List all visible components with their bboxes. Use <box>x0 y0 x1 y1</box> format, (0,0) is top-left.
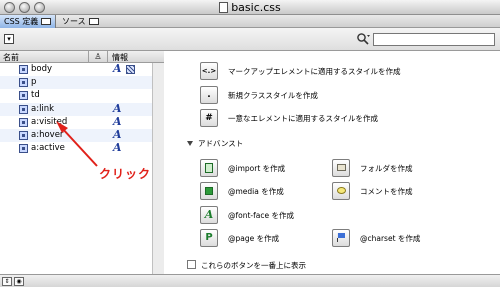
create-class-style-button[interactable]: . <box>200 86 218 104</box>
rule-row-td[interactable]: td <box>0 89 152 102</box>
search-input[interactable] <box>373 33 495 46</box>
actions-panel: <.> マークアップエレメントに適用するスタイルを作成 . 新規クラススタイルを… <box>165 51 500 274</box>
font-style-icon: A <box>113 101 122 115</box>
create-page-label: @page を作成 <box>228 234 280 243</box>
eye-icon[interactable]: ◉ <box>14 277 24 286</box>
rule-row-body[interactable]: body A <box>0 62 152 76</box>
window-titlebar: basic.css <box>0 0 500 15</box>
flag-icon <box>337 233 345 242</box>
font-style-icon: A <box>113 141 122 155</box>
create-id-style-button[interactable]: # <box>200 109 218 127</box>
selector-icon <box>19 117 28 127</box>
toolbar: ▾ <box>0 28 500 51</box>
create-import-label: @import を作成 <box>228 164 286 173</box>
search-icon[interactable] <box>356 32 370 46</box>
font-face-icon: A <box>204 208 214 221</box>
selector-icon <box>19 91 28 101</box>
rule-row-a-active[interactable]: a:active A <box>0 141 152 155</box>
disclosure-triangle-icon <box>187 141 193 146</box>
rule-row-a-hover[interactable]: a:hover A <box>0 127 152 143</box>
create-id-style-label: 一意なエレメントに適用するスタイルを作成 <box>228 114 378 123</box>
column-header: 名前 ♙ 情報 <box>0 51 164 63</box>
person-column-icon[interactable]: ♙ <box>92 52 104 62</box>
page-icon: P <box>205 232 213 243</box>
rule-row-p[interactable]: p <box>0 76 152 90</box>
create-element-style-label: マークアップエレメントに適用するスタイルを作成 <box>228 67 401 76</box>
click-annotation-label: クリック <box>99 167 152 181</box>
tab-bar: CSS 定義 ソース <box>0 15 500 28</box>
column-divider <box>88 51 89 63</box>
css-view-icon <box>41 18 52 25</box>
sort-arrows-icon[interactable]: ⇕ <box>2 277 12 286</box>
create-media-button[interactable] <box>200 182 218 200</box>
rule-row-a-link[interactable]: a:link A <box>0 101 152 116</box>
create-page-button[interactable]: P <box>200 229 218 247</box>
font-style-icon: A <box>113 114 122 128</box>
apply-stylesheet-icon[interactable]: ▾ <box>4 34 14 44</box>
rule-list-panel: 名前 ♙ 情報 body A p td a:link A a:visited A <box>0 51 164 274</box>
rule-list: body A p td a:link A a:visited A a:hover… <box>0 62 152 155</box>
window-title: basic.css <box>0 1 500 14</box>
tab-css-definitions[interactable]: CSS 定義 <box>0 15 57 28</box>
selector-icon <box>19 65 28 74</box>
document-icon <box>219 2 229 13</box>
background-style-icon <box>126 65 135 74</box>
show-buttons-on-top-label: これらのボタンを一番上に表示 <box>201 261 306 270</box>
font-style-icon: A <box>113 62 122 75</box>
column-divider <box>107 51 108 63</box>
text-view-icon <box>88 18 99 25</box>
font-style-icon: A <box>113 127 122 141</box>
rule-row-a-visited[interactable]: a:visited A <box>0 114 152 129</box>
show-buttons-on-top-checkbox[interactable] <box>187 260 196 269</box>
tab-source[interactable]: ソース <box>58 15 103 28</box>
create-media-label: @media を作成 <box>228 187 284 196</box>
media-icon <box>205 186 213 195</box>
create-element-style-button[interactable]: <.> <box>200 62 218 80</box>
status-bar: ⇕ ◉ <box>0 274 500 287</box>
selector-icon <box>19 144 28 154</box>
create-folder-button[interactable] <box>332 159 350 177</box>
folder-icon <box>336 164 346 171</box>
selector-icon <box>19 130 28 140</box>
create-class-style-label: 新規クラススタイルを作成 <box>228 91 318 100</box>
create-comment-label: コメントを作成 <box>360 187 413 196</box>
comment-icon <box>336 187 346 194</box>
advanced-section-toggle[interactable]: アドバンスト <box>187 138 243 149</box>
import-icon <box>205 162 213 173</box>
create-font-face-button[interactable]: A <box>200 206 218 224</box>
create-comment-button[interactable] <box>332 182 350 200</box>
selector-icon <box>19 104 28 114</box>
selector-icon <box>19 78 28 88</box>
column-name[interactable]: 名前 <box>3 52 19 63</box>
create-font-face-label: @font-face を作成 <box>228 211 294 220</box>
create-charset-button[interactable] <box>332 229 350 247</box>
create-folder-label: フォルダを作成 <box>360 164 413 173</box>
create-import-button[interactable] <box>200 159 218 177</box>
create-charset-label: @charset を作成 <box>360 234 421 243</box>
vertical-scrollbar[interactable] <box>152 63 164 274</box>
